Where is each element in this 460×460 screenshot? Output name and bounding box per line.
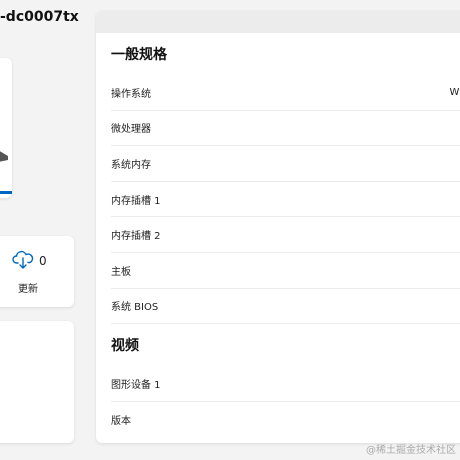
section-title-video: 视频 xyxy=(111,338,139,355)
spec-row: 版本 xyxy=(111,402,460,438)
update-count: 0 xyxy=(39,254,47,268)
spec-row: 系统内存 xyxy=(111,146,460,182)
spec-row: 操作系统 Wi xyxy=(111,75,460,111)
cloud-download-icon xyxy=(12,250,34,269)
spec-row-label: 内存插槽 2 xyxy=(111,231,161,243)
device-selected-indicator xyxy=(0,191,12,194)
video-spec-list: 图形设备 1 版本 xyxy=(96,366,460,437)
info-card xyxy=(0,321,74,443)
spec-row-label: 操作系统 xyxy=(111,88,151,100)
spec-row-label: 微处理器 xyxy=(111,124,151,136)
update-card[interactable]: 0 更新 xyxy=(0,236,74,307)
section-title-general: 一般规格 xyxy=(111,47,167,63)
spec-row: 系统 BIOS xyxy=(111,289,460,325)
spec-row: 内存插槽 2 xyxy=(111,217,460,253)
spec-panel: 一般规格 操作系统 Wi 微处理器系统内存内存插槽 1 内存插槽 2 主板系统 BIOS… xyxy=(96,11,460,443)
spec-row: 内存插槽 1 xyxy=(111,182,460,218)
spec-panel-header xyxy=(96,11,460,33)
update-label: 更新 xyxy=(18,284,38,295)
spec-row-value: Wi xyxy=(449,86,460,98)
general-spec-list: 操作系统 Wi 微处理器系统内存内存插槽 1 内存插槽 2 主板系统 BIOS xyxy=(96,75,460,325)
spec-row: 图形设备 1 xyxy=(111,366,460,402)
spec-row: 主板 xyxy=(111,253,460,289)
spec-row-label: 系统内存 xyxy=(111,159,151,171)
page-title: -dc0007tx xyxy=(0,9,79,25)
spec-row: 微处理器 xyxy=(111,111,460,147)
laptop-icon xyxy=(0,151,8,162)
spec-row-label: 主板 xyxy=(111,266,131,278)
spec-row-label: 图形设备 1 xyxy=(111,379,161,391)
device-card[interactable] xyxy=(0,58,12,198)
spec-row-label: 系统 BIOS xyxy=(111,302,159,314)
spec-row-label: 内存插槽 1 xyxy=(111,195,161,207)
spec-row-label: 版本 xyxy=(111,416,131,428)
watermark: @稀土掘金技术社区 xyxy=(366,445,456,456)
